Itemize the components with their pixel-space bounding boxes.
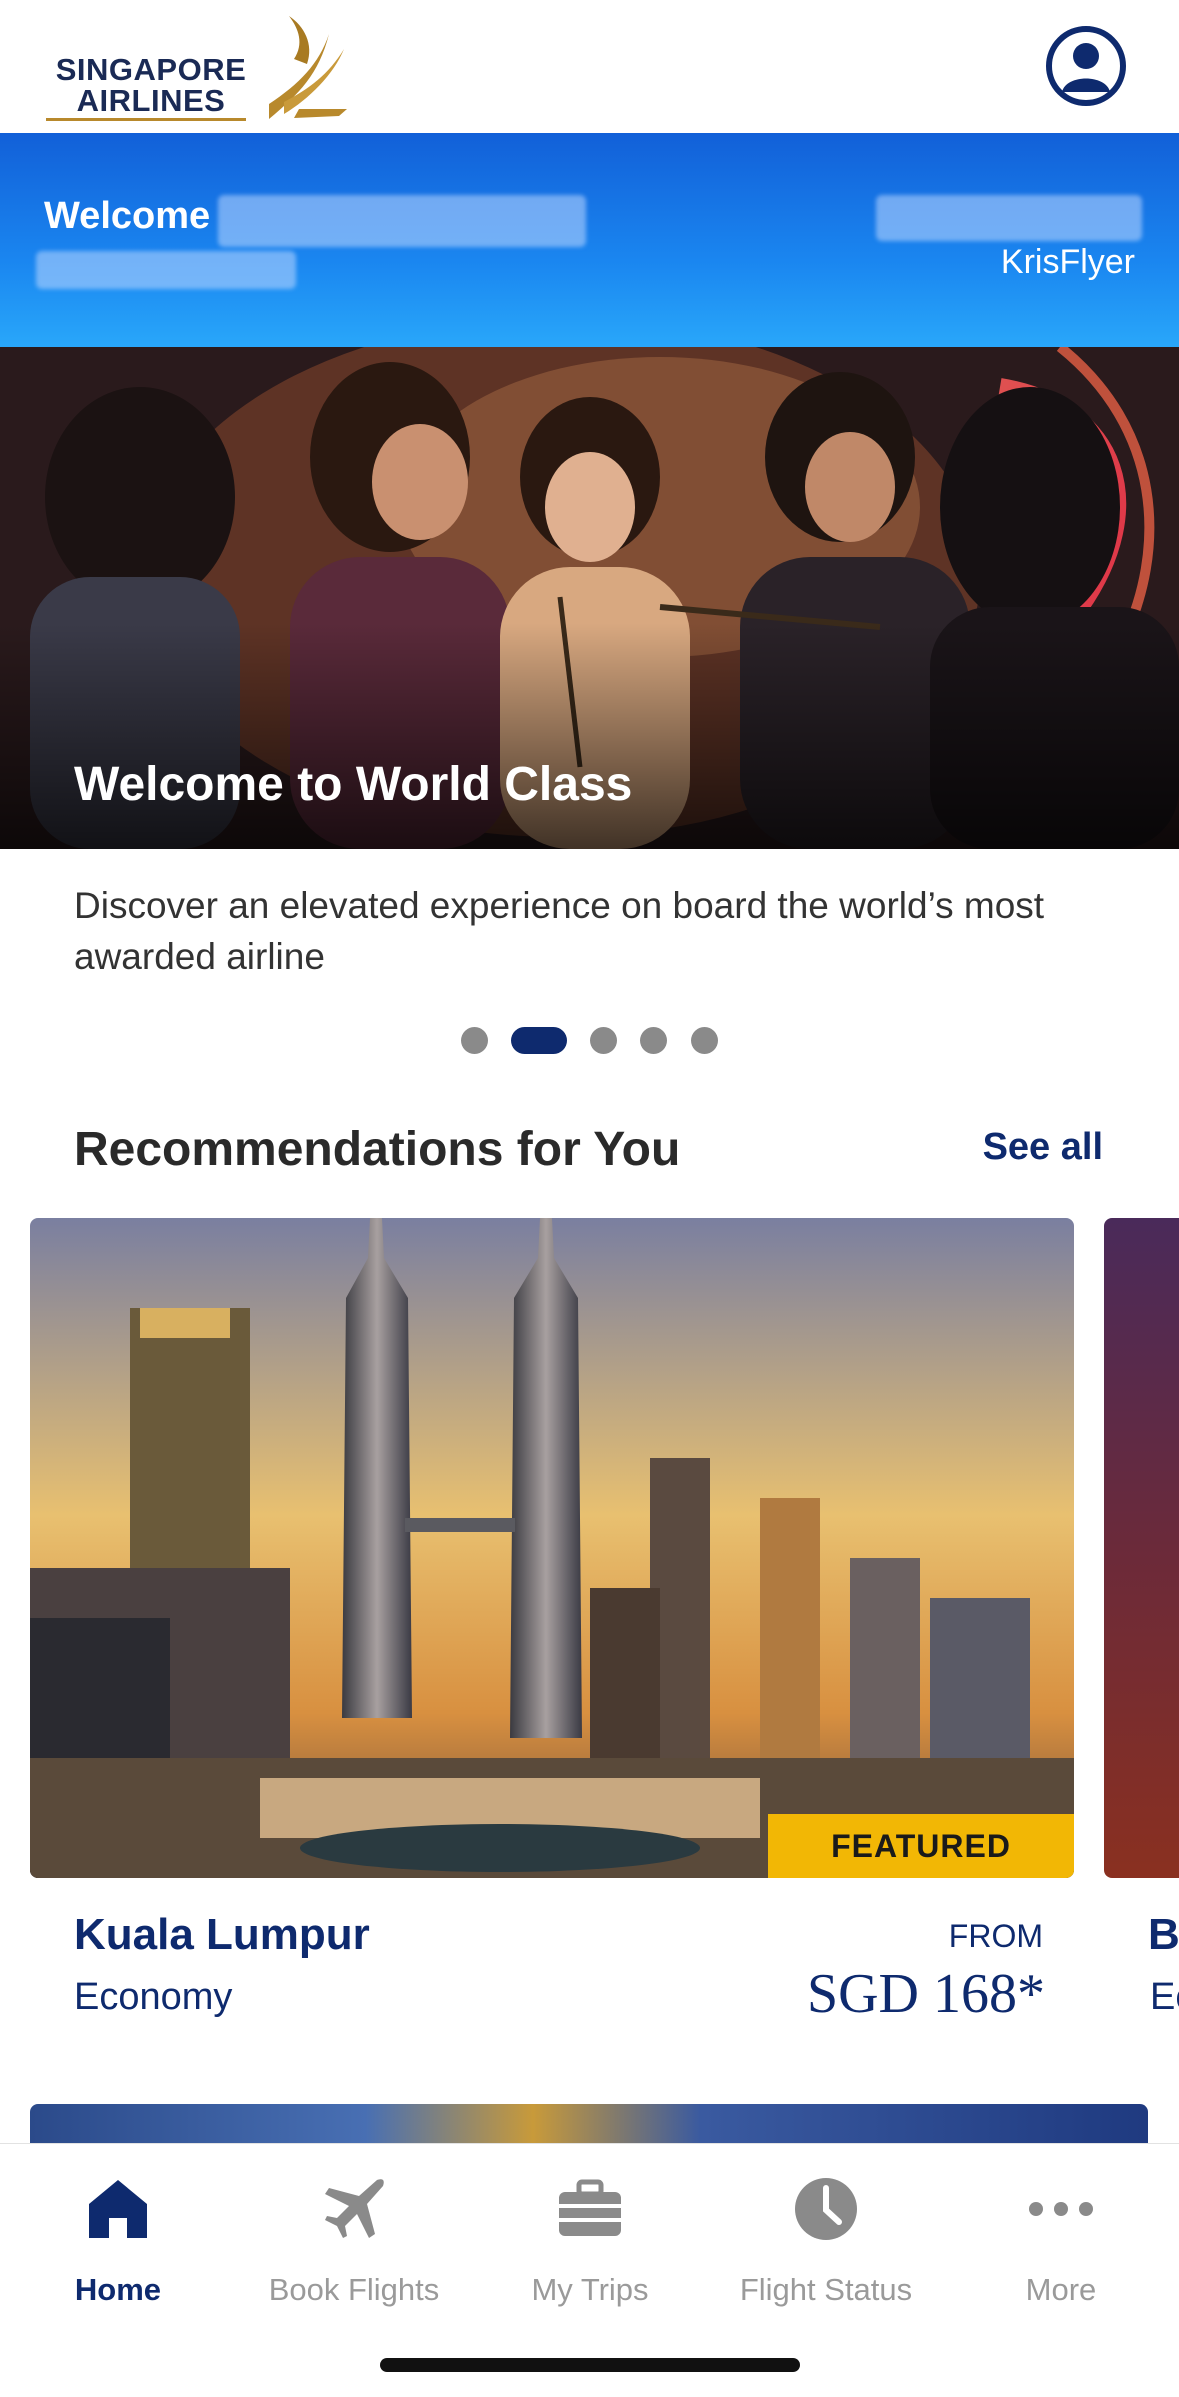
- kuala-lumpur-skyline-photo: [30, 1218, 1074, 1878]
- hero-description: Discover an elevated experience on board…: [74, 885, 1045, 977]
- briefcase-icon: [559, 2179, 621, 2236]
- bird-logo-icon: [269, 16, 347, 119]
- tab-flight-status-label: Flight Status: [739, 2272, 913, 2307]
- logo-underline: [46, 118, 246, 121]
- welcome-greeting: Welcome: [44, 195, 211, 237]
- logo-line-1: SINGAPORE: [55, 52, 247, 87]
- tab-my-trips-label: My Trips: [531, 2272, 649, 2307]
- tab-flight-status[interactable]: Flight Status: [708, 2166, 944, 2307]
- home-indicator[interactable]: [380, 2358, 800, 2372]
- tab-more[interactable]: More: [943, 2166, 1179, 2307]
- fare-price: SGD 168*: [806, 1963, 1045, 2025]
- more-dots-icon: [1029, 2202, 1093, 2216]
- tab-book-flights[interactable]: Book Flights: [236, 2166, 472, 2307]
- tab-home[interactable]: Home: [0, 2166, 236, 2307]
- hero-title: Welcome to World Class: [74, 758, 633, 811]
- clock-icon: [795, 2178, 857, 2240]
- welcome-banner[interactable]: Welcome KrisFlyer: [0, 133, 1179, 347]
- recommendation-card-2-image[interactable]: [1104, 1218, 1179, 1878]
- recommendation-card-image[interactable]: FEATURED: [30, 1218, 1074, 1878]
- carousel-dot-5[interactable]: [691, 1027, 718, 1054]
- tab-book-flights-label: Book Flights: [268, 2272, 440, 2307]
- logo-wordmark: SINGAPORE AIRLINES: [46, 54, 256, 116]
- see-all-link[interactable]: See all: [983, 1126, 1103, 1169]
- redacted-name: [218, 195, 586, 247]
- carousel-dot-1[interactable]: [461, 1027, 488, 1054]
- tab-my-trips[interactable]: My Trips: [472, 2166, 708, 2307]
- redacted-tier: [876, 195, 1142, 241]
- from-label: FROM: [948, 1918, 1043, 1954]
- redacted-member-id: [36, 251, 296, 289]
- tab-home-label: Home: [74, 2272, 162, 2307]
- carousel-pagination[interactable]: [0, 1025, 1179, 1055]
- logo-line-2: AIRLINES: [76, 83, 226, 118]
- singapore-airlines-logo[interactable]: SINGAPORE AIRLINES: [46, 14, 347, 124]
- tab-more-label: More: [1025, 2272, 1097, 2307]
- featured-badge: FEATURED: [768, 1814, 1074, 1878]
- plane-icon: [325, 2179, 384, 2238]
- user-circle-icon[interactable]: [1046, 26, 1126, 106]
- krisflyer-label: KrisFlyer: [1000, 243, 1135, 281]
- destination-name-2[interactable]: B: [1148, 1910, 1179, 1960]
- carousel-dot-4[interactable]: [640, 1027, 667, 1054]
- destination-name[interactable]: Kuala Lumpur: [74, 1910, 370, 1960]
- carousel-dot-2-active[interactable]: [511, 1027, 567, 1054]
- hero-carousel-slide[interactable]: Welcome to World Class: [0, 347, 1179, 849]
- cabin-class: Economy: [74, 1976, 233, 2018]
- carousel-dot-3[interactable]: [590, 1027, 617, 1054]
- home-icon: [89, 2180, 147, 2238]
- cabin-class-2: Ec: [1150, 1976, 1179, 2018]
- recommendations-heading: Recommendations for You: [74, 1123, 681, 1176]
- app-header: SINGAPORE AIRLINES: [0, 0, 1179, 133]
